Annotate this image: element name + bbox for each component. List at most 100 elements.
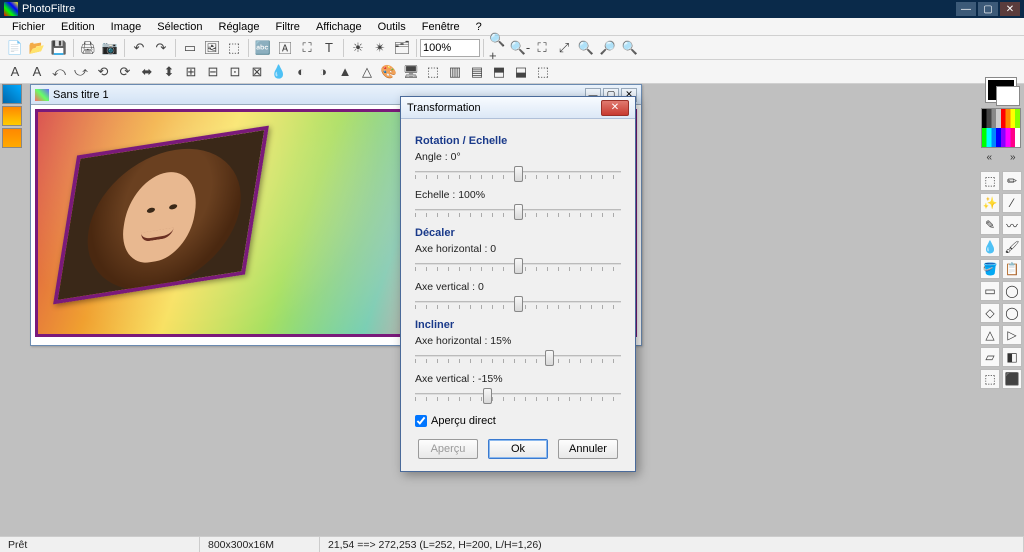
tb1-btn-16[interactable]: ⛶ — [297, 38, 317, 58]
tb1-btn-19[interactable]: ☀ — [348, 38, 368, 58]
rtool-4[interactable]: ✎ — [980, 215, 1000, 235]
tb2-btn-19[interactable]: ⬚ — [423, 62, 443, 82]
zoom-combo[interactable] — [420, 39, 480, 57]
tb1-btn-4[interactable]: 🖨 — [78, 38, 98, 58]
tb2-btn-8[interactable]: ⊞ — [181, 62, 201, 82]
tb2-btn-22[interactable]: ⬒ — [489, 62, 509, 82]
tb2-btn-1[interactable]: A — [27, 62, 47, 82]
menu-outils[interactable]: Outils — [370, 19, 414, 35]
tb2-btn-15[interactable]: ▲ — [335, 62, 355, 82]
rtool-18[interactable]: ⬚ — [980, 369, 1000, 389]
menu-fenêtre[interactable]: Fenêtre — [414, 19, 468, 35]
rtool-15[interactable]: ▷ — [1002, 325, 1022, 345]
echelle-slider[interactable] — [415, 203, 621, 221]
rtool-17[interactable]: ◧ — [1002, 347, 1022, 367]
tb1-btn-29[interactable]: 🔍 — [576, 38, 596, 58]
rtool-19[interactable]: ⬛ — [1002, 369, 1022, 389]
rtool-10[interactable]: ▭ — [980, 281, 1000, 301]
dec-h-slider[interactable] — [415, 257, 621, 275]
annuler-button[interactable]: Annuler — [558, 439, 618, 459]
inset-photo-frame[interactable] — [53, 126, 269, 305]
tb1-btn-5[interactable]: 📷 — [100, 38, 120, 58]
tb1-btn-20[interactable]: ✴ — [370, 38, 390, 58]
menu-filtre[interactable]: Filtre — [267, 19, 307, 35]
tb2-btn-0[interactable]: A — [5, 62, 25, 82]
tb2-btn-7[interactable]: ⬍ — [159, 62, 179, 82]
rtool-5[interactable]: 〰 — [1002, 215, 1022, 235]
tb2-btn-17[interactable]: 🎨 — [379, 62, 399, 82]
apercu-direct-checkbox[interactable]: Aperçu direct — [415, 415, 621, 427]
tb2-btn-24[interactable]: ⬚ — [533, 62, 553, 82]
tb1-btn-0[interactable]: 📄 — [5, 38, 25, 58]
menu-?[interactable]: ? — [468, 19, 490, 35]
tb1-btn-25[interactable]: 🔍+ — [488, 38, 508, 58]
rtool-2[interactable]: ✨ — [980, 193, 1000, 213]
tb1-btn-1[interactable]: 📂 — [27, 38, 47, 58]
menu-sélection[interactable]: Sélection — [149, 19, 210, 35]
menu-edition[interactable]: Edition — [53, 19, 103, 35]
apercu-button[interactable]: Aperçu — [418, 439, 478, 459]
tb1-btn-12[interactable]: ⬚ — [224, 38, 244, 58]
tb2-btn-3[interactable]: ⤻ — [71, 62, 91, 82]
dialog-titlebar[interactable]: Transformation ✕ — [401, 97, 635, 119]
inc-h-slider[interactable] — [415, 349, 621, 367]
menu-fichier[interactable]: Fichier — [4, 19, 53, 35]
rtool-14[interactable]: △ — [980, 325, 1000, 345]
angle-slider[interactable] — [415, 165, 621, 183]
tb2-btn-13[interactable]: ◐ — [291, 62, 311, 82]
tb2-btn-11[interactable]: ⊠ — [247, 62, 267, 82]
tb2-btn-5[interactable]: ⟳ — [115, 62, 135, 82]
tb1-btn-26[interactable]: 🔍- — [510, 38, 530, 58]
left-swatch-0[interactable] — [2, 84, 22, 104]
rtool-13[interactable]: ◯ — [1002, 303, 1022, 323]
tb2-btn-4[interactable]: ⟲ — [93, 62, 113, 82]
tb2-btn-14[interactable]: ◑ — [313, 62, 333, 82]
tb2-btn-20[interactable]: ▥ — [445, 62, 465, 82]
palette-arrows[interactable]: «» — [986, 152, 1015, 163]
fg-bg-color-swatch[interactable] — [986, 78, 1016, 102]
apercu-direct-input[interactable] — [415, 415, 427, 427]
dec-v-slider[interactable] — [415, 295, 621, 313]
rtool-0[interactable]: ⬚ — [980, 171, 1000, 191]
tb2-btn-18[interactable]: 🖥 — [401, 62, 421, 82]
left-swatch-1[interactable] — [2, 106, 22, 126]
close-button[interactable]: ✕ — [1000, 2, 1020, 16]
tb2-btn-23[interactable]: ⬓ — [511, 62, 531, 82]
rtool-6[interactable]: 💧 — [980, 237, 1000, 257]
rtool-11[interactable]: ◯ — [1002, 281, 1022, 301]
tb2-btn-2[interactable]: ⤺ — [49, 62, 69, 82]
tb1-btn-11[interactable]: 🖼 — [202, 38, 222, 58]
ok-button[interactable]: Ok — [488, 439, 548, 459]
inc-v-slider[interactable] — [415, 387, 621, 405]
color-palette[interactable] — [981, 108, 1021, 148]
tb1-btn-8[interactable]: ↷ — [151, 38, 171, 58]
tb1-btn-21[interactable]: 🗂 — [392, 38, 412, 58]
tb1-btn-30[interactable]: 🔎 — [598, 38, 618, 58]
tb1-btn-2[interactable]: 💾 — [49, 38, 69, 58]
tb2-btn-6[interactable]: ⬌ — [137, 62, 157, 82]
rtool-8[interactable]: 🪣 — [980, 259, 1000, 279]
tb1-btn-28[interactable]: ⤢ — [554, 38, 574, 58]
tb1-btn-17[interactable]: T — [319, 38, 339, 58]
left-swatch-2[interactable] — [2, 128, 22, 148]
tb2-btn-21[interactable]: ▤ — [467, 62, 487, 82]
tb1-btn-14[interactable]: 🔤 — [253, 38, 273, 58]
rtool-16[interactable]: ▱ — [980, 347, 1000, 367]
minimize-button[interactable]: — — [956, 2, 976, 16]
menu-affichage[interactable]: Affichage — [308, 19, 370, 35]
tb2-btn-12[interactable]: 💧 — [269, 62, 289, 82]
rtool-3[interactable]: ⁄ — [1002, 193, 1022, 213]
rtool-12[interactable]: ◇ — [980, 303, 1000, 323]
maximize-button[interactable]: ▢ — [978, 2, 998, 16]
rtool-7[interactable]: 🖌 — [1002, 237, 1022, 257]
menu-image[interactable]: Image — [103, 19, 150, 35]
tb1-btn-27[interactable]: ⛶ — [532, 38, 552, 58]
rtool-1[interactable]: ✏ — [1002, 171, 1022, 191]
dialog-close-button[interactable]: ✕ — [601, 100, 629, 116]
tb1-btn-10[interactable]: ▭ — [180, 38, 200, 58]
rtool-9[interactable]: 📋 — [1002, 259, 1022, 279]
tb2-btn-9[interactable]: ⊟ — [203, 62, 223, 82]
tb2-btn-10[interactable]: ⊡ — [225, 62, 245, 82]
tb2-btn-16[interactable]: △ — [357, 62, 377, 82]
tb1-btn-31[interactable]: 🔍 — [620, 38, 640, 58]
